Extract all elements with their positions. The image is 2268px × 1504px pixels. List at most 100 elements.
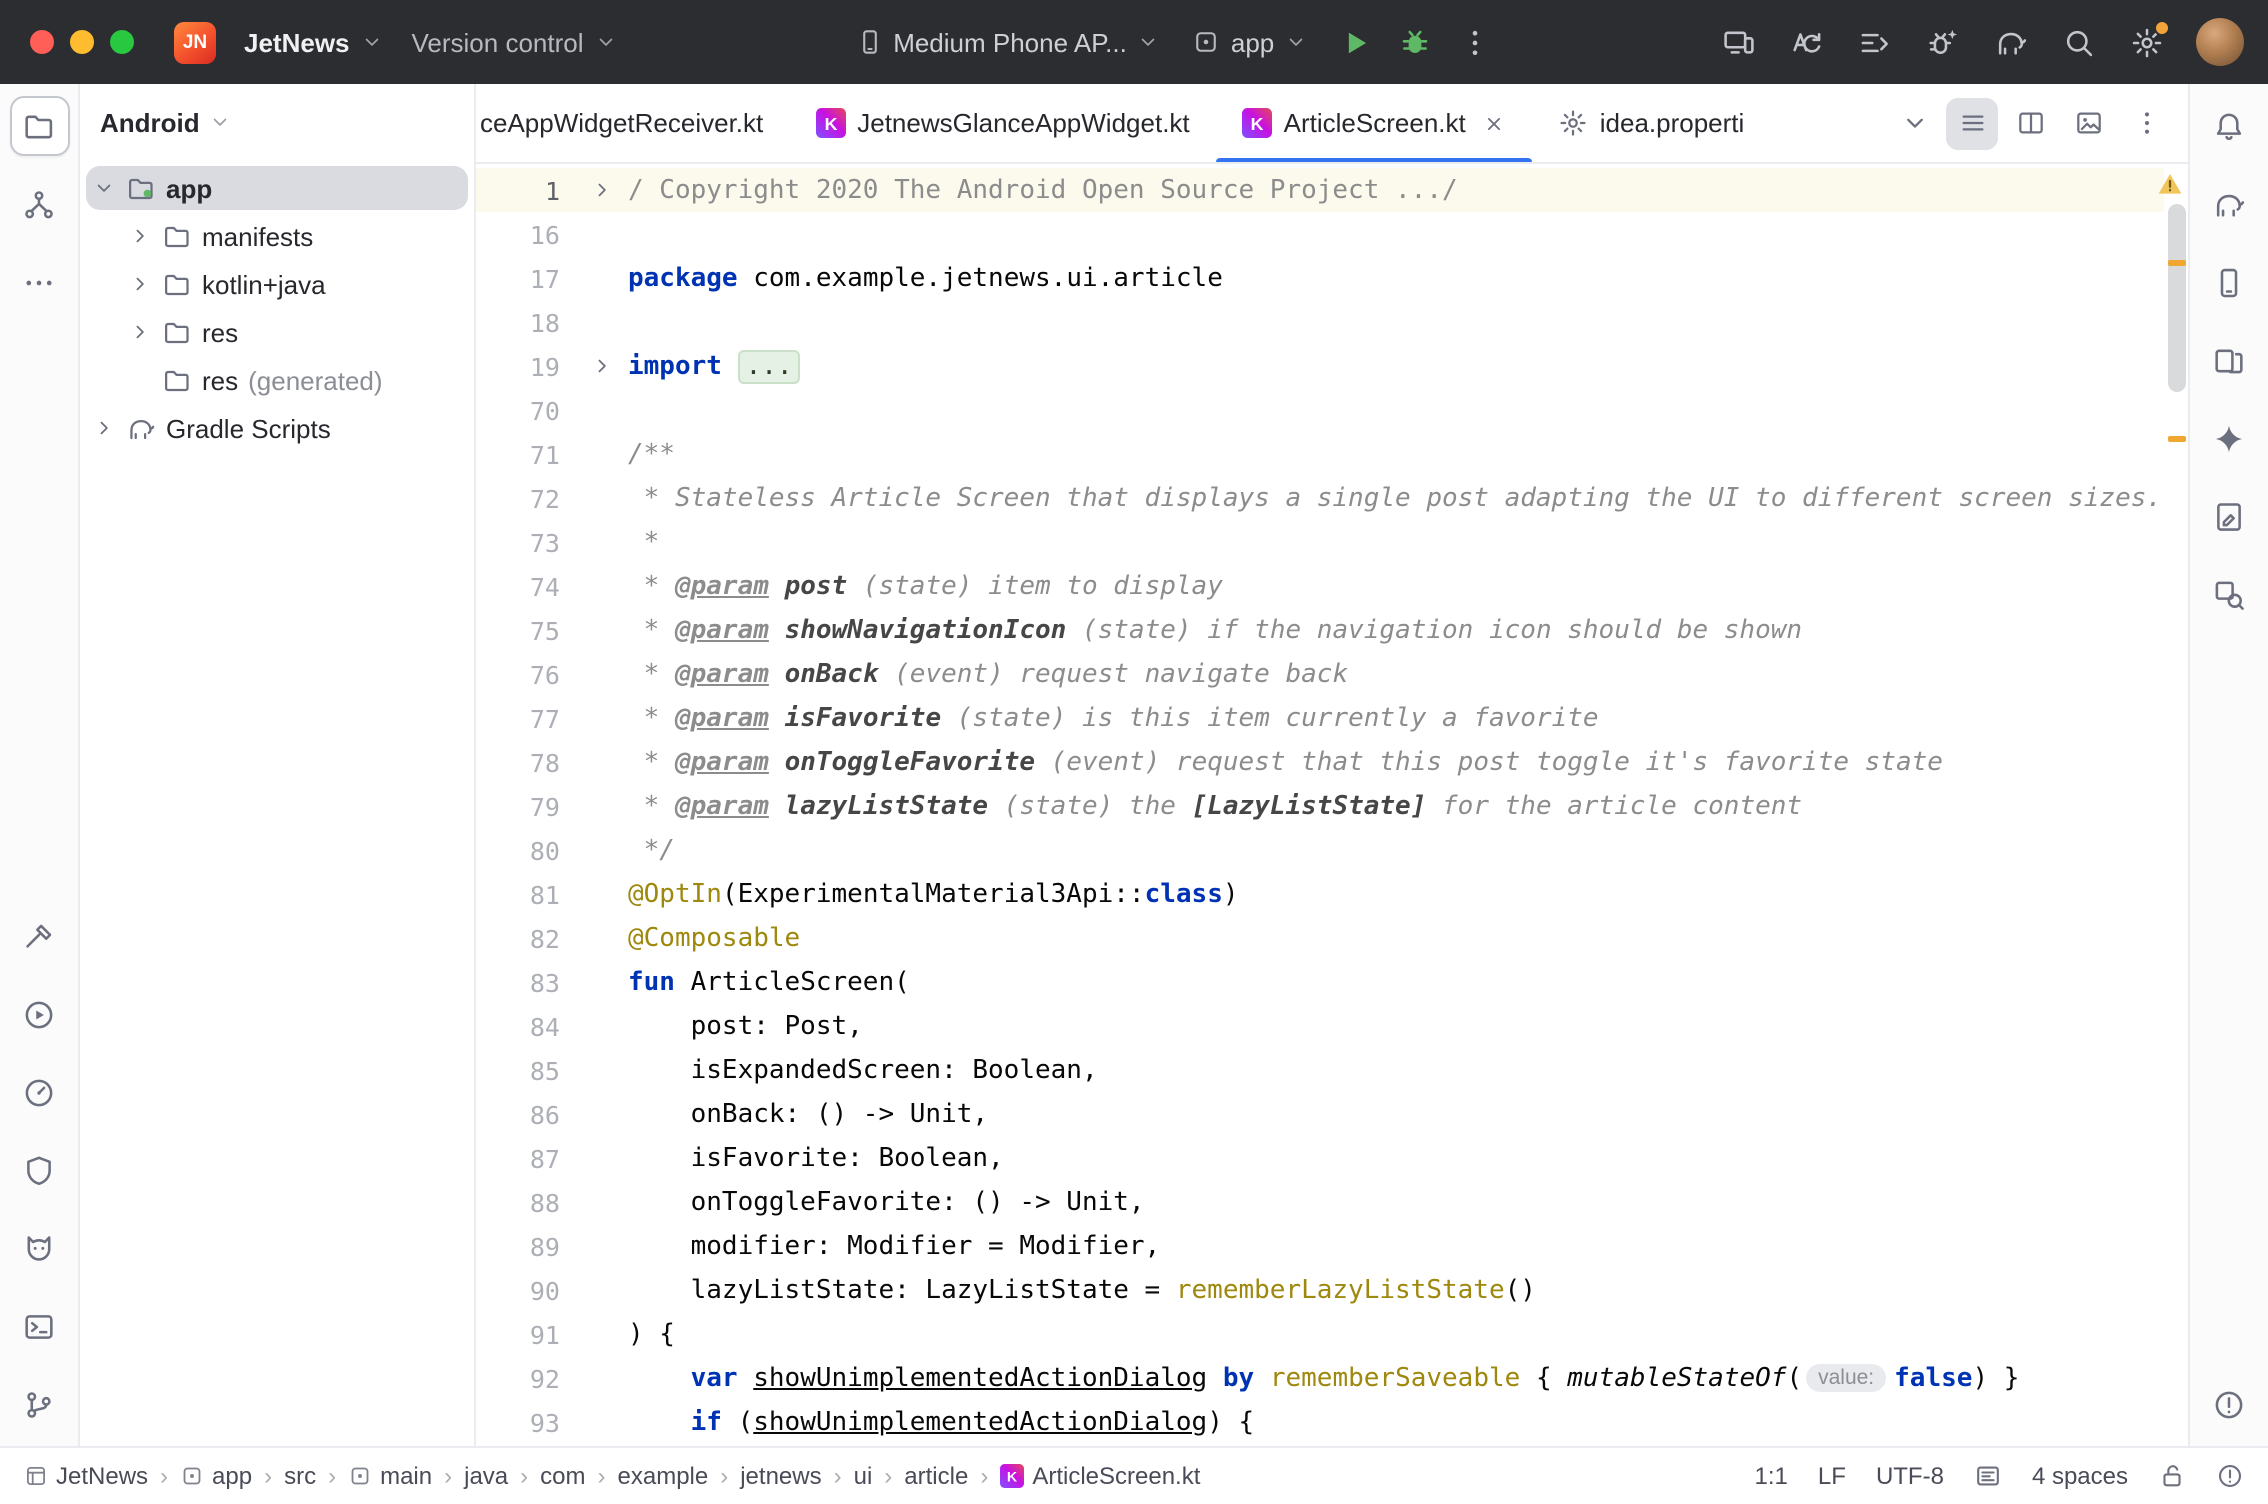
code-line-92[interactable]: 92 var showUnimplementedActionDialog by … — [476, 1356, 2164, 1400]
breadcrumb-ui[interactable]: ui — [854, 1462, 873, 1490]
tool-build-button[interactable] — [9, 906, 69, 966]
code-line-85[interactable]: 85 isExpandedScreen: Boolean, — [476, 1048, 2164, 1092]
code-view-button[interactable] — [1946, 97, 1998, 149]
code-line-79[interactable]: 79 * @param lazyListState (state) the [L… — [476, 784, 2164, 828]
tool-app-inspection-button[interactable] — [2199, 486, 2259, 546]
line-separator-widget[interactable]: LF — [1818, 1462, 1846, 1490]
code-line-89[interactable]: 89 modifier: Modifier = Modifier, — [476, 1224, 2164, 1268]
breadcrumb-example[interactable]: example — [618, 1462, 709, 1490]
project-view-selector[interactable]: Android — [100, 107, 232, 137]
breadcrumb-jetnews[interactable]: JetNews — [24, 1462, 148, 1490]
scrollbar-thumb[interactable] — [2168, 204, 2186, 392]
code-line-73[interactable]: 73 * — [476, 520, 2164, 564]
tree-item-app[interactable]: app — [80, 164, 474, 212]
code-line-77[interactable]: 77 * @param isFavorite (state) is this i… — [476, 696, 2164, 740]
tool-device-manager-button[interactable] — [2199, 252, 2259, 312]
code-line-91[interactable]: 91) { — [476, 1312, 2164, 1356]
error-indicator-icon[interactable] — [2216, 1462, 2244, 1490]
code-line-70[interactable]: 70 — [476, 388, 2164, 432]
code-line-88[interactable]: 88 onToggleFavorite: () -> Unit, — [476, 1180, 2164, 1224]
tool-running-devices-button[interactable] — [2199, 330, 2259, 390]
run-button[interactable] — [1326, 14, 1382, 70]
more-run-actions-button[interactable] — [1446, 14, 1502, 70]
tool-version-control-button[interactable] — [9, 1374, 69, 1434]
breadcrumb-article[interactable]: article — [904, 1462, 968, 1490]
breadcrumb-jetnews[interactable]: jetnews — [740, 1462, 821, 1490]
code-line-82[interactable]: 82@Composable — [476, 916, 2164, 960]
fold-arrow-icon[interactable] — [590, 178, 614, 202]
zoom-window-button[interactable] — [110, 30, 134, 54]
device-mirroring-button[interactable] — [1712, 14, 1768, 70]
indent-style-icon[interactable] — [1974, 1462, 2002, 1490]
vcs-widget[interactable]: Version control — [398, 17, 632, 67]
sdk-manager-button[interactable] — [1848, 14, 1904, 70]
code-line-80[interactable]: 80 */ — [476, 828, 2164, 872]
tool-notifications-button[interactable] — [2199, 96, 2259, 156]
code-editor[interactable]: 1/ Copyright 2020 The Android Open Sourc… — [476, 164, 2188, 1446]
breadcrumb-com[interactable]: com — [540, 1462, 585, 1490]
breadcrumb-app[interactable]: app — [180, 1462, 252, 1490]
hidden-tabs-button[interactable] — [1888, 97, 1940, 149]
close-icon[interactable] — [1482, 111, 1506, 135]
fold-arrow-icon[interactable] — [590, 354, 614, 378]
user-avatar[interactable] — [2196, 18, 2244, 66]
search-everywhere-button[interactable] — [2052, 14, 2108, 70]
tool-layout-inspector-button[interactable] — [2199, 564, 2259, 624]
encoding-widget[interactable]: UTF-8 — [1876, 1462, 1944, 1490]
code-line-72[interactable]: 72 * Stateless Article Screen that displ… — [476, 476, 2164, 520]
minimize-window-button[interactable] — [70, 30, 94, 54]
close-window-button[interactable] — [30, 30, 54, 54]
tool-project-button[interactable] — [9, 96, 69, 156]
breadcrumb-src[interactable]: src — [284, 1462, 316, 1490]
code-line-78[interactable]: 78 * @param onToggleFavorite (event) req… — [476, 740, 2164, 784]
bug-report-button[interactable] — [1916, 14, 1972, 70]
editor-tab-jetnewsglanceappwidget-kt[interactable]: KJetnewsGlanceAppWidget.kt — [789, 84, 1215, 162]
editor-tab-idea-properti[interactable]: idea.properti — [1532, 84, 1771, 162]
tool-profiler-button[interactable] — [9, 1062, 69, 1122]
code-line-1[interactable]: 1/ Copyright 2020 The Android Open Sourc… — [476, 168, 2164, 212]
inspections-widget[interactable] — [2156, 170, 2184, 204]
tree-item-res-generated[interactable]: res(generated) — [80, 356, 474, 404]
editor-scrollbar[interactable] — [2164, 164, 2188, 1446]
code-line-17[interactable]: 17package com.example.jetnews.ui.article — [476, 256, 2164, 300]
tool-logcat-button[interactable] — [9, 1218, 69, 1278]
project-selector[interactable]: JetNews — [230, 17, 398, 67]
code-line-81[interactable]: 81@OptIn(ExperimentalMaterial3Api::class… — [476, 872, 2164, 916]
tree-item-kotlin-java[interactable]: kotlin+java — [80, 260, 474, 308]
debug-button[interactable] — [1386, 14, 1442, 70]
tool-structure-button[interactable] — [9, 174, 69, 234]
split-view-button[interactable] — [2004, 97, 2056, 149]
editor-tab-articlescreen-kt[interactable]: KArticleScreen.kt — [1216, 84, 1532, 162]
code-line-93[interactable]: 93 if (showUnimplementedActionDialog) { — [476, 1400, 2164, 1444]
code-line-90[interactable]: 90 lazyListState: LazyListState = rememb… — [476, 1268, 2164, 1312]
device-selector[interactable]: Medium Phone AP... — [841, 17, 1175, 67]
breadcrumb-articlescreen-kt[interactable]: KArticleScreen.kt — [1000, 1462, 1200, 1490]
tree-item-res[interactable]: res — [80, 308, 474, 356]
tree-item-manifests[interactable]: manifests — [80, 212, 474, 260]
gradle-sync-button[interactable] — [1984, 14, 2040, 70]
code-line-71[interactable]: 71/** — [476, 432, 2164, 476]
tool-terminal-button[interactable] — [9, 1296, 69, 1356]
tool-gemini-button[interactable] — [2199, 408, 2259, 468]
code-line-87[interactable]: 87 isFavorite: Boolean, — [476, 1136, 2164, 1180]
code-line-86[interactable]: 86 onBack: () -> Unit, — [476, 1092, 2164, 1136]
unlock-icon[interactable] — [2158, 1462, 2186, 1490]
run-configuration-selector[interactable]: app — [1179, 17, 1322, 67]
tool-app-quality-insights-button[interactable] — [9, 1140, 69, 1200]
tool-run-button[interactable] — [9, 984, 69, 1044]
code-line-84[interactable]: 84 post: Post, — [476, 1004, 2164, 1048]
code-line-76[interactable]: 76 * @param onBack (event) request navig… — [476, 652, 2164, 696]
code-line-18[interactable]: 18 — [476, 300, 2164, 344]
code-sync-button[interactable] — [1780, 14, 1836, 70]
breadcrumb-java[interactable]: java — [464, 1462, 508, 1490]
code-line-74[interactable]: 74 * @param post (state) item to display — [476, 564, 2164, 608]
code-line-83[interactable]: 83fun ArticleScreen( — [476, 960, 2164, 1004]
design-view-button[interactable] — [2062, 97, 2114, 149]
code-line-19[interactable]: 19import ... — [476, 344, 2164, 388]
code-line-16[interactable]: 16 — [476, 212, 2164, 256]
caret-position[interactable]: 1:1 — [1755, 1462, 1788, 1490]
editor-options-button[interactable] — [2120, 97, 2172, 149]
breadcrumb-main[interactable]: main — [348, 1462, 432, 1490]
tree-item-gradle-scripts[interactable]: Gradle Scripts — [80, 404, 474, 452]
tool-problems-button[interactable] — [2199, 1374, 2259, 1434]
